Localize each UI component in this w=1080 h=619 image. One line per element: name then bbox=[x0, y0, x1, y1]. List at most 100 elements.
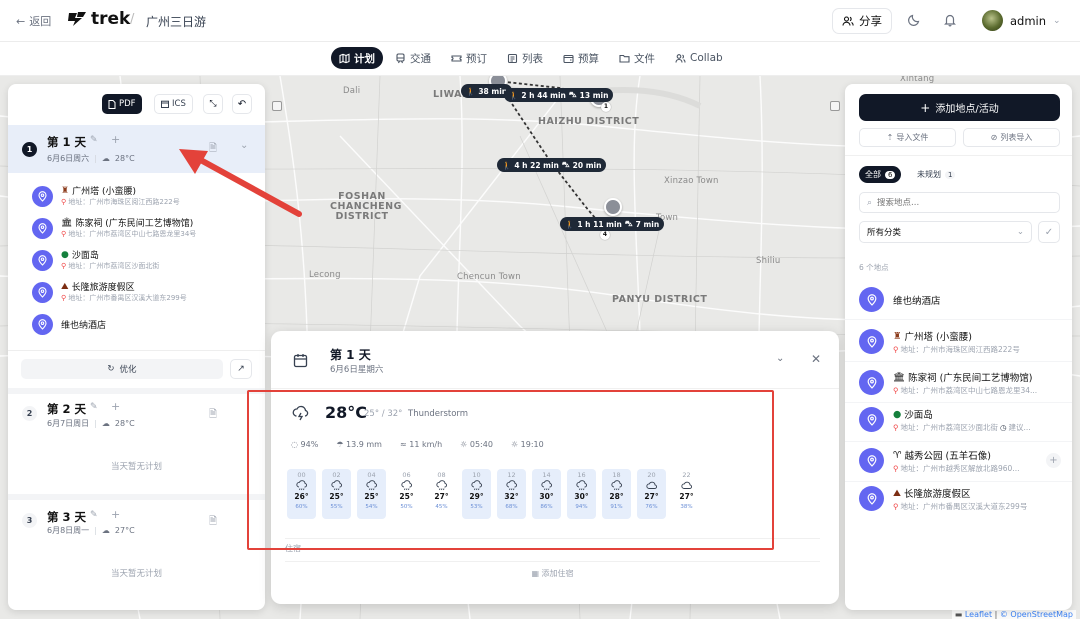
check-icon: ✓ bbox=[1044, 226, 1054, 238]
tab-plan[interactable]: 计划 bbox=[331, 47, 383, 69]
tab-booking[interactable]: 预订 bbox=[443, 47, 495, 69]
place-list-item[interactable]: ♈ 越秀公园 (五羊石像) ⚲ 地址：广州市越秀区解放北路960... bbox=[859, 443, 1064, 477]
itinerary-place[interactable]: ● 沙面岛 ⚲ 地址：广州市荔湾区沙面北街 bbox=[32, 245, 257, 275]
tab-transport[interactable]: 交通 bbox=[387, 47, 439, 69]
plus-icon[interactable]: + bbox=[111, 400, 120, 413]
map-pin[interactable] bbox=[604, 198, 622, 216]
map-collapse-left-icon[interactable] bbox=[272, 101, 282, 111]
filter-unplanned-chip[interactable]: 未规划 1 bbox=[911, 166, 961, 183]
day-subtitle: 6月7日周日 | ☁ 28°C bbox=[47, 419, 135, 428]
collapse-all-button[interactable]: ⤡ bbox=[203, 94, 223, 114]
notes-icon[interactable]: 🗎 bbox=[209, 514, 217, 531]
itinerary-place[interactable]: ⛰ 长隆旅游度假区 ⚲ 地址：广州市番禺区汉溪大道东299号 bbox=[32, 277, 257, 307]
map-collapse-right-icon[interactable] bbox=[830, 101, 840, 111]
pencil-icon[interactable]: ✎ bbox=[90, 510, 98, 520]
leaflet-link[interactable]: Leaflet bbox=[965, 610, 992, 619]
import-file-button[interactable]: ⇡ 导入文件 bbox=[859, 128, 956, 147]
moon-icon[interactable] bbox=[907, 13, 921, 27]
day-number-badge: 3 bbox=[22, 513, 37, 528]
places-panel: + 添加地点/活动 ⇡导入文件 ⊘列表导入 全部 6 未规划 1 ⌕ 所有分类 ⌄ ✓… bbox=[845, 84, 1072, 610]
place-address: ⚲ 地址：广州市荔湾区沙面北街 bbox=[61, 261, 159, 271]
tab-list: 计划 交通 预订 列表 预算 文件 Collab bbox=[331, 47, 731, 69]
import-list-button[interactable]: ⊘ 列表导入 bbox=[963, 128, 1060, 147]
notes-icon[interactable]: 🗎 bbox=[209, 407, 217, 424]
osm-link[interactable]: © OpenStreetMap bbox=[1000, 610, 1073, 619]
map-label-xinzao: Xinzao Town bbox=[664, 176, 719, 186]
place-list-item[interactable]: ● 沙面岛 ⚲ 地址：广州市荔湾区沙面北街 ◷ 建议... bbox=[859, 402, 1064, 436]
car-icon: ⛍ bbox=[568, 90, 577, 99]
day-2-header[interactable]: 2 第 2 天 ✎ + 6月7日周日 | ☁ 28°C 🗎 bbox=[8, 394, 265, 442]
location-pin-icon bbox=[859, 486, 884, 511]
refresh-icon: ↻ bbox=[107, 364, 115, 374]
filter-unplanned-count: 1 bbox=[945, 170, 956, 179]
close-icon[interactable]: ✕ bbox=[811, 352, 821, 366]
category-select[interactable]: 所有分类 ⌄ bbox=[859, 221, 1032, 243]
back-button[interactable]: ← 返回 bbox=[16, 13, 51, 29]
place-name-text: 维也纳酒店 bbox=[61, 321, 107, 331]
select-mode-button[interactable]: ✓ bbox=[1038, 221, 1060, 243]
map-label-dali: Dali bbox=[343, 86, 361, 96]
tower-icon: ♜ bbox=[61, 185, 70, 196]
place-address-text: 地址：广州市越秀区解放北路960... bbox=[900, 464, 1020, 473]
add-to-day-button[interactable]: + bbox=[1046, 453, 1061, 468]
day-number-badge: 2 bbox=[22, 406, 37, 421]
plus-icon[interactable]: + bbox=[111, 133, 120, 146]
open-external-button[interactable]: ↗ bbox=[230, 359, 252, 379]
export-pdf-button[interactable]: PDF bbox=[102, 94, 142, 114]
place-name: 维也纳酒店 bbox=[61, 318, 106, 331]
map-label-foshan: FOSHAN CHANCHENG DISTRICT bbox=[330, 191, 402, 222]
roller-coaster-icon: ⛰ bbox=[61, 281, 69, 292]
plus-icon[interactable]: + bbox=[111, 508, 120, 521]
tab-list[interactable]: 列表 bbox=[499, 47, 551, 69]
search-input[interactable] bbox=[877, 197, 1048, 208]
add-accommodation-button[interactable]: ▦ 添加住宿 bbox=[285, 568, 820, 579]
place-list-item[interactable]: 🏛 陈家祠 (广东民间工艺博物馆) ⚲ 地址：广州市荔湾区中山七路恩龙里34... bbox=[859, 365, 1064, 399]
export-ics-button[interactable]: ICS bbox=[154, 94, 193, 114]
place-name-text: 沙面岛 bbox=[71, 251, 99, 261]
folder-icon bbox=[619, 54, 630, 63]
document-icon bbox=[108, 99, 116, 109]
tab-files-label: 文件 bbox=[634, 52, 655, 65]
annotation-arrow bbox=[179, 149, 302, 217]
place-name-text: 维也纳酒店 bbox=[893, 296, 941, 307]
tree-icon: ● bbox=[893, 408, 902, 420]
pdf-label: PDF bbox=[119, 99, 136, 109]
day-3-header[interactable]: 3 第 3 天 ✎ + 6月8日周一 | ☁ 27°C 🗎 bbox=[8, 500, 265, 548]
search-field[interactable]: ⌕ bbox=[859, 192, 1060, 213]
tab-collab[interactable]: Collab bbox=[667, 47, 731, 69]
filter-all-count: 6 bbox=[885, 170, 896, 179]
map-pin-number: 1 bbox=[601, 102, 611, 112]
pencil-icon[interactable]: ✎ bbox=[90, 402, 98, 412]
map-label-xintang: Xintang bbox=[900, 76, 935, 84]
place-name: ⛰ 长隆旅游度假区 bbox=[61, 280, 135, 294]
place-address: ⚲ 地址：广州市越秀区解放北路960... bbox=[893, 463, 1019, 474]
collapse-icon[interactable]: ⌄ bbox=[776, 353, 784, 364]
place-list-item[interactable]: ⛰ 长隆旅游度假区 ⚲ 地址：广州市番禺区汉溪大道东299号 bbox=[859, 481, 1064, 515]
user-menu[interactable]: admin ⌄ bbox=[982, 10, 1061, 31]
pencil-icon[interactable]: ✎ bbox=[90, 135, 98, 145]
place-list-item[interactable]: ♜ 广州塔 (小蛮腰) ⚲ 地址：广州市海珠区阅江西路222号 bbox=[859, 324, 1064, 358]
map-attribution: ▬ Leaflet | © OpenStreetMap bbox=[951, 610, 1076, 619]
empty-day-message: 当天暂无计划 bbox=[110, 462, 162, 472]
place-address-text: 地址：广州市番禺区汉溪大道东299号 bbox=[68, 294, 187, 302]
undo-button[interactable]: ↶ bbox=[232, 94, 252, 114]
wallet-icon bbox=[563, 54, 574, 63]
tab-plan-label: 计划 bbox=[354, 52, 375, 65]
trip-title: 广州三日游 bbox=[146, 15, 207, 29]
filter-all-chip[interactable]: 全部 6 bbox=[859, 166, 902, 183]
itinerary-place[interactable]: 维也纳酒店 bbox=[32, 309, 257, 339]
app-logo[interactable]: trek bbox=[68, 9, 130, 29]
tab-files[interactable]: 文件 bbox=[611, 47, 663, 69]
train-icon bbox=[396, 52, 405, 63]
clock-icon: ◷ bbox=[1000, 423, 1007, 432]
add-place-button[interactable]: + 添加地点/活动 bbox=[859, 94, 1060, 121]
cloud-rain-icon: ☁ bbox=[101, 419, 110, 428]
bell-icon[interactable] bbox=[943, 13, 957, 27]
place-name-text: 陈家祠 (广东民间工艺博物馆) bbox=[908, 373, 1033, 384]
place-list-item[interactable]: 维也纳酒店 bbox=[859, 282, 1064, 316]
optimize-button[interactable]: ↻ 优化 bbox=[21, 359, 223, 379]
tab-budget[interactable]: 预算 bbox=[555, 47, 607, 69]
share-button[interactable]: 分享 bbox=[832, 8, 892, 34]
ticket-icon bbox=[451, 54, 462, 62]
map-pin-small-icon: ⚲ bbox=[893, 386, 899, 395]
